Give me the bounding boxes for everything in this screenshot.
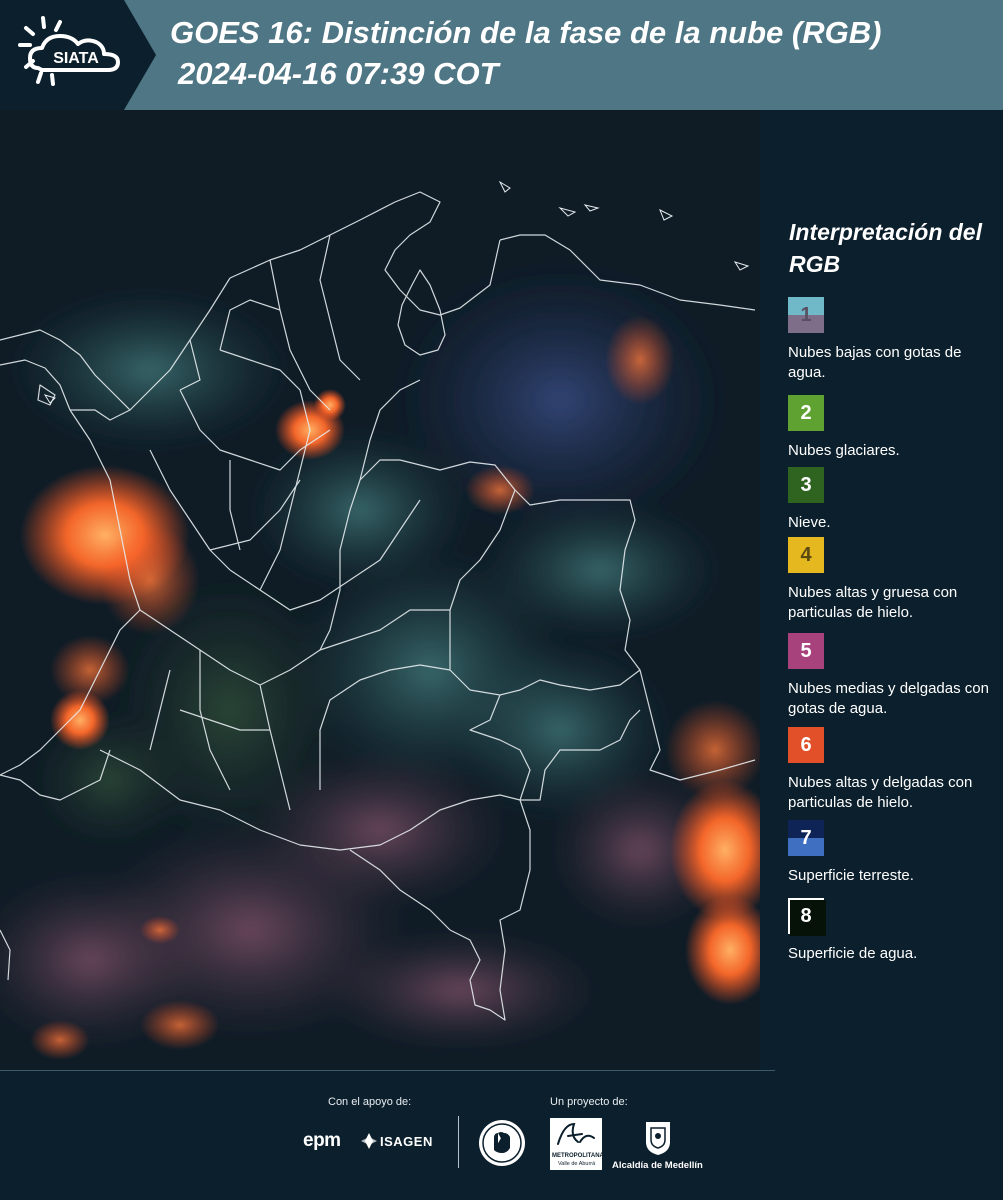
area-script-icon: [557, 1122, 595, 1145]
legend-number: 7: [800, 826, 812, 849]
legend-number: 2: [800, 401, 812, 424]
legend-item: 1 Nubes bajas con gotas de agua.: [788, 297, 998, 383]
legend-swatch: 6: [788, 727, 824, 763]
isagen-logo-text: ISAGEN: [380, 1134, 433, 1149]
legend-item: 5 Nubes medias y delgadas con gotas de ag…: [788, 633, 998, 719]
legend-item: 4 Nubes altas y gruesa con particulas de …: [788, 537, 998, 623]
timestamp: 2024-04-16 07:39 COT: [178, 56, 499, 91]
legend-label: Nubes altas y gruesa con particulas de h…: [788, 584, 958, 621]
legend-item: 2 Nubes glaciares.: [788, 395, 998, 461]
alcaldia-label: Alcaldía de Medellín: [612, 1160, 703, 1171]
footer: Con el apoyo de: Un proyecto de: epm ISA…: [0, 1070, 1003, 1200]
legend-number: 8: [800, 904, 812, 927]
isagen-logo[interactable]: ISAGEN: [360, 1132, 442, 1152]
legend-swatch: 7: [788, 820, 824, 856]
epm-logo-text: epm: [303, 1130, 341, 1151]
legend-swatch: 2: [788, 395, 824, 431]
legend-label: Nubes bajas con gotas de agua.: [788, 344, 962, 381]
area-label-line1: METROPOLITANA: [552, 1153, 604, 1159]
legend-swatch: 3: [788, 467, 824, 503]
satellite-rgb-map-image: [0, 110, 760, 1070]
legend-item: 3 Nieve.: [788, 467, 998, 533]
siata-logo-graphic: SIATA: [0, 0, 156, 110]
legend-swatch: 1: [788, 297, 824, 333]
page-title: GOES 16: Distinción de la fase de la nub…: [170, 15, 882, 50]
emblem-logo[interactable]: [477, 1118, 527, 1168]
satellite-map[interactable]: [0, 110, 760, 1070]
legend-label: Nubes medias y delgadas con gotas de agu…: [788, 680, 989, 717]
legend-label: Nubes glaciares.: [788, 442, 900, 459]
legend-label: Nubes altas y delgadas con particulas de…: [788, 774, 973, 811]
support-caption: Con el apoyo de:: [328, 1096, 412, 1108]
legend-panel: Interpretación del RGB 1 Nubes bajas con …: [760, 110, 1003, 1070]
legend-number: 1: [800, 303, 812, 326]
legend-swatch: 5: [788, 633, 824, 669]
medellin-crest-icon: [646, 1122, 670, 1155]
isagen-mark-icon: [361, 1133, 377, 1149]
legend-item: 7 Superficie terreste.: [788, 820, 998, 886]
logo-text: SIATA: [53, 50, 99, 67]
header-bar: SIATA GOES 16: Distinción de la fase de …: [0, 0, 1003, 110]
legend-label: Superficie terreste.: [788, 867, 914, 884]
epm-logo[interactable]: epm: [303, 1130, 355, 1152]
legend-number: 6: [800, 733, 812, 756]
area-metropolitana-logo[interactable]: METROPOLITANA Valle de Aburrá: [550, 1118, 604, 1170]
legend-swatch: 4: [788, 537, 824, 573]
area-label-line2: Valle de Aburrá: [558, 1161, 596, 1167]
legend-number: 3: [800, 473, 812, 496]
footer-divider: [458, 1116, 459, 1168]
legend-number: 4: [800, 543, 812, 566]
legend-item: 6 Nubes altas y delgadas con particulas d…: [788, 727, 998, 813]
alcaldia-logo[interactable]: Alcaldía de Medellín: [612, 1118, 704, 1171]
legend-title: Interpretación del RGB: [789, 219, 982, 277]
seal-icon: [479, 1120, 525, 1166]
legend-label: Superficie de agua.: [788, 945, 918, 962]
legend-number: 5: [800, 639, 812, 662]
siata-logo[interactable]: SIATA: [0, 0, 160, 110]
footer-separator-line: [0, 1070, 775, 1071]
legend-item: 8 Superficie de agua.: [788, 898, 998, 964]
legend-swatch: 8: [788, 898, 826, 936]
legend-label: Nieve.: [788, 514, 831, 531]
project-caption: Un proyecto de:: [550, 1096, 628, 1108]
